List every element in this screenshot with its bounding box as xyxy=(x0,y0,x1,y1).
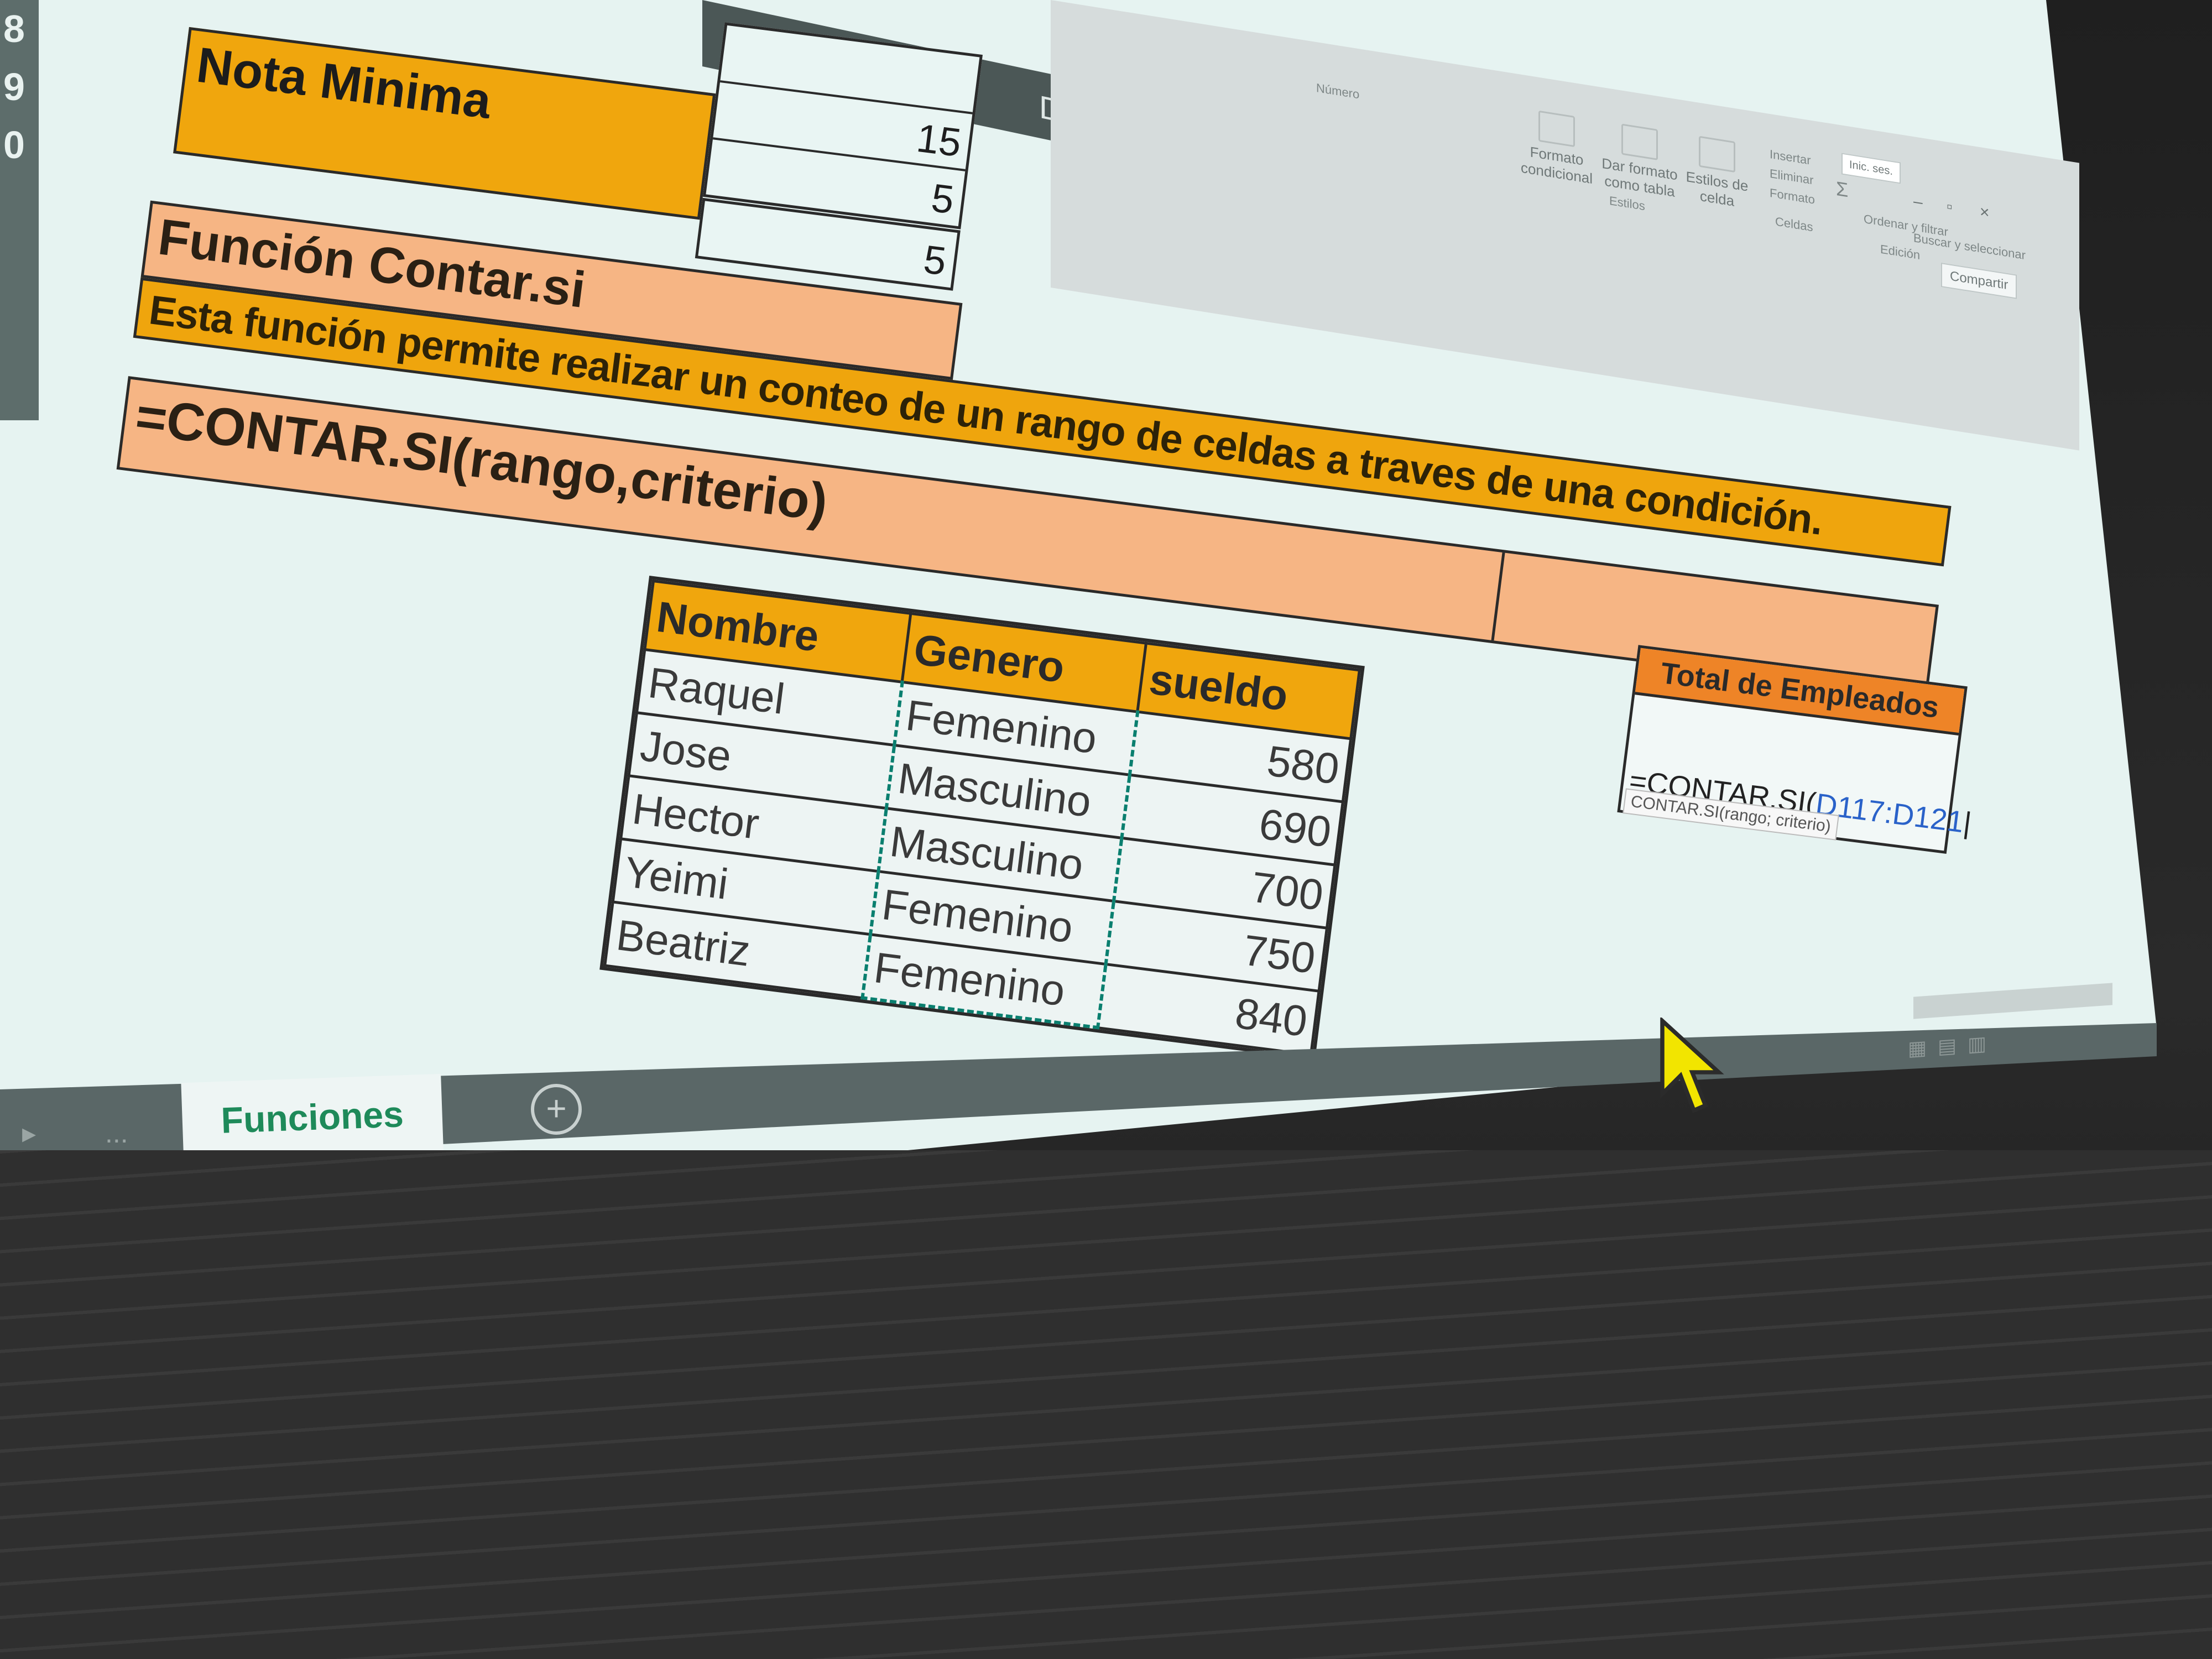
row-headers: 8 9 0 xyxy=(0,0,39,420)
mouse-pointer-icon xyxy=(1659,1016,1725,1120)
insertar-button[interactable]: Insertar xyxy=(1770,147,1811,168)
close-icon[interactable]: × xyxy=(1980,202,1990,223)
cell-divider xyxy=(1491,552,1505,641)
row-header[interactable]: 9 xyxy=(0,58,39,116)
sheet-tabs: ▸ ... Funciones + xyxy=(0,1062,608,1171)
conditional-format-icon xyxy=(1538,110,1575,148)
group-label-estilos: Estilos xyxy=(1609,193,1645,213)
autosum-icon[interactable]: Σ xyxy=(1836,177,1848,202)
tab-scroll-icon[interactable]: ▸ xyxy=(22,1117,36,1149)
employees-table: Nombre Genero sueldo Raquel Femenino 580… xyxy=(599,576,1365,1060)
formato-condicional-button[interactable]: Formato condicional xyxy=(1515,107,1598,189)
estilos-celda-button[interactable]: Estilos de celda xyxy=(1676,132,1759,214)
row-header[interactable]: 0 xyxy=(0,116,39,174)
eliminar-button[interactable]: Eliminar xyxy=(1770,166,1813,188)
group-label-celdas: Celdas xyxy=(1775,214,1813,234)
group-label-numero: Número xyxy=(1316,81,1360,102)
monitor-bezel xyxy=(0,1150,2212,1659)
cell-styles-icon xyxy=(1699,135,1735,173)
sign-in-button[interactable]: Inic. ses. xyxy=(1841,153,1901,184)
row-header[interactable]: 8 xyxy=(0,0,39,58)
formato-button[interactable]: Formato xyxy=(1770,186,1815,207)
dar-formato-tabla-button[interactable]: Dar formato como tabla xyxy=(1598,120,1681,202)
more-tabs-icon[interactable]: ... xyxy=(105,1117,128,1149)
minimize-icon[interactable]: – xyxy=(1913,192,1923,212)
table-format-icon xyxy=(1621,123,1658,160)
restore-icon[interactable]: ▫ xyxy=(1947,197,1953,217)
add-sheet-icon[interactable]: + xyxy=(531,1084,582,1135)
column-c-values: 15 5 xyxy=(702,22,983,229)
